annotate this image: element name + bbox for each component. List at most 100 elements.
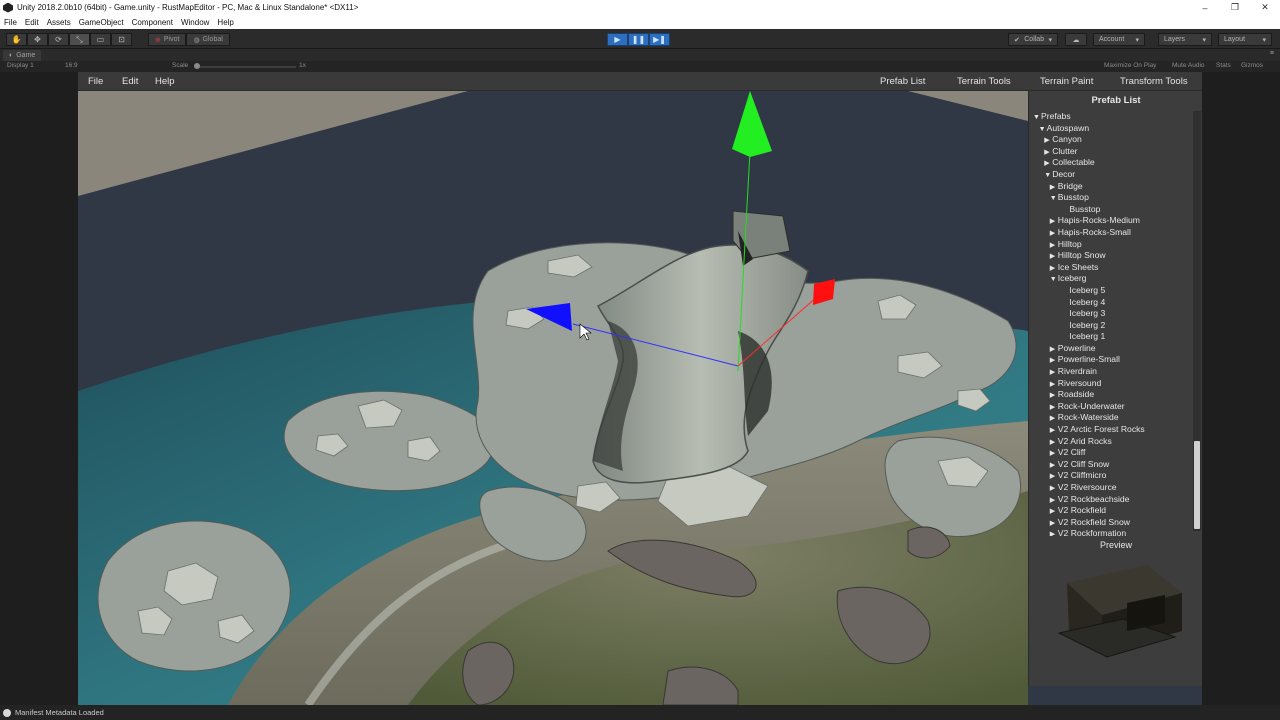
tree-item[interactable]: ▶ Roadside [1033, 389, 1193, 401]
tree-item[interactable]: ▶ Collectable [1033, 157, 1193, 169]
display-dropdown[interactable]: Display 1 [7, 62, 34, 69]
tree-item[interactable]: Iceberg 4 [1033, 297, 1193, 309]
menu-window[interactable]: Window [177, 18, 213, 27]
aspect-dropdown[interactable]: 16:9 [65, 62, 78, 69]
tree-item[interactable]: ▶ Ice Sheets [1033, 262, 1193, 274]
move-tool-icon[interactable]: ✥ [27, 33, 48, 46]
playback-controls: ▶ ❚❚ ▶❚ [607, 33, 670, 46]
tree-item[interactable]: ▶ Bridge [1033, 181, 1193, 193]
tree-item-label: Decor [1052, 168, 1076, 179]
tree-item[interactable]: ▶ Rock-Underwater [1033, 401, 1193, 413]
scale-slider-track[interactable] [196, 66, 296, 68]
step-button-icon[interactable]: ▶❚ [649, 33, 670, 46]
app-menu-file[interactable]: File [88, 76, 103, 87]
global-toggle[interactable]: ◍ Global [186, 33, 230, 46]
cloud-button[interactable]: ☁ [1065, 33, 1087, 46]
tree-item-label: Iceberg [1057, 273, 1087, 284]
collapsed-arrow-icon[interactable]: ▶ [1050, 228, 1058, 240]
play-button-icon[interactable]: ▶ [607, 33, 628, 46]
app-menu-edit[interactable]: Edit [122, 76, 138, 87]
menu-help[interactable]: Help [213, 18, 237, 27]
tree-item[interactable]: ▼Busstop [1033, 192, 1193, 204]
tree-item[interactable]: ▶ V2 Rockformation [1033, 528, 1193, 536]
prefab-tree-scrollbar[interactable] [1193, 111, 1201, 531]
menu-component[interactable]: Component [128, 18, 177, 27]
cloud-icon: ☁ [1072, 36, 1080, 44]
game-tab[interactable]: ◐ Game [3, 50, 42, 61]
terrain-paint-menu[interactable]: Terrain Paint [1040, 76, 1093, 87]
game-viewport[interactable]: File Edit Help Prefab List Terrain Tools… [78, 72, 1202, 705]
tree-item[interactable]: ▼Decor [1033, 169, 1193, 181]
tree-item[interactable]: ▼Prefabs [1033, 111, 1193, 123]
collab-dropdown[interactable]: ✔ Collab ▾ [1008, 33, 1058, 46]
gizmos-dropdown[interactable]: Gizmos [1241, 62, 1263, 69]
mute-audio-toggle[interactable]: Mute Audio [1172, 62, 1205, 69]
tree-item[interactable]: ▶ Canyon [1033, 134, 1193, 146]
tree-item[interactable]: ▼Iceberg [1033, 273, 1193, 285]
tree-item-label: V2 Rockformation [1057, 528, 1127, 536]
tree-item[interactable]: ▶ V2 Arctic Forest Rocks [1033, 424, 1193, 436]
scrollbar-thumb[interactable] [1194, 441, 1200, 529]
tree-item[interactable]: ▶ V2 Rockbeachside [1033, 494, 1193, 506]
tree-item[interactable]: ▶ V2 Cliffmicro [1033, 470, 1193, 482]
pivot-toggle[interactable]: ⊕ Pivot [148, 33, 187, 46]
tree-item[interactable]: ▶ Hilltop Snow [1033, 250, 1193, 262]
tree-item[interactable]: Iceberg 3 [1033, 308, 1193, 320]
tree-item[interactable]: ▶ Riverdrain [1033, 366, 1193, 378]
minimize-button[interactable]: – [1190, 3, 1220, 13]
menu-file[interactable]: File [0, 18, 21, 27]
menu-edit[interactable]: Edit [21, 18, 43, 27]
expanded-arrow-icon[interactable]: ▼ [1044, 170, 1052, 182]
tree-item[interactable]: Busstop [1033, 204, 1193, 216]
tree-item[interactable]: ▶ Hapis-Rocks-Medium [1033, 215, 1193, 227]
terrain-tools-menu[interactable]: Terrain Tools [957, 76, 1011, 87]
window-title: Unity 2018.2.0b10 (64bit) - Game.unity -… [17, 3, 359, 12]
hand-tool-icon[interactable]: ✋ [6, 33, 27, 46]
tree-item[interactable]: ▶ V2 Rockfield Snow [1033, 517, 1193, 529]
rect-tool-icon[interactable]: ▭ [90, 33, 111, 46]
collapsed-arrow-icon[interactable]: ▶ [1050, 367, 1058, 379]
layers-dropdown[interactable]: Layers ▾ [1158, 33, 1212, 46]
tree-item[interactable]: ▶ Hilltop [1033, 239, 1193, 251]
tree-item[interactable]: Iceberg 2 [1033, 320, 1193, 332]
layout-dropdown[interactable]: Layout ▾ [1218, 33, 1272, 46]
tree-item[interactable]: ▶ Clutter [1033, 146, 1193, 158]
transform-tools-menu[interactable]: Transform Tools [1120, 76, 1188, 87]
tree-item[interactable]: Iceberg 5 [1033, 285, 1193, 297]
transform-tool-icon[interactable]: ⊡ [111, 33, 132, 46]
menu-gameobject[interactable]: GameObject [75, 18, 128, 27]
tree-item[interactable]: ▶ Powerline [1033, 343, 1193, 355]
prefab-list-menu[interactable]: Prefab List [880, 76, 925, 87]
tree-item[interactable]: ▶ V2 Cliff [1033, 447, 1193, 459]
tree-item[interactable]: ▼Autospawn [1033, 123, 1193, 135]
restore-button[interactable]: ❐ [1220, 2, 1250, 13]
tree-item[interactable]: ▶ V2 Arid Rocks [1033, 436, 1193, 448]
collapsed-arrow-icon[interactable]: ▶ [1050, 529, 1058, 536]
rotate-tool-icon[interactable]: ⟳ [48, 33, 69, 46]
tree-item[interactable]: ▶ Hapis-Rocks-Small [1033, 227, 1193, 239]
close-button[interactable]: ✕ [1250, 2, 1280, 13]
scale-tool-icon[interactable]: ⤡ [69, 33, 90, 46]
terrain-scene[interactable] [78, 91, 1028, 705]
terrain-render[interactable] [78, 91, 1028, 705]
stats-toggle[interactable]: Stats [1216, 62, 1231, 69]
tree-item[interactable]: ▶ V2 Rockfield [1033, 505, 1193, 517]
tree-item[interactable]: ▶ Rock-Waterside [1033, 412, 1193, 424]
collapsed-arrow-icon[interactable]: ▶ [1050, 425, 1058, 437]
tab-menu-icon[interactable]: ≡ [1270, 50, 1274, 57]
expanded-arrow-icon[interactable]: ▼ [1033, 112, 1041, 124]
tree-item[interactable]: Iceberg 1 [1033, 331, 1193, 343]
tree-item[interactable]: ▶ V2 Cliff Snow [1033, 459, 1193, 471]
tree-item[interactable]: ▶ Powerline-Small [1033, 354, 1193, 366]
pause-button-icon[interactable]: ❚❚ [628, 33, 649, 46]
collapsed-arrow-icon[interactable]: ▶ [1050, 251, 1058, 263]
tree-item[interactable]: ▶ V2 Riversource [1033, 482, 1193, 494]
tree-item[interactable]: ▶ Riversound [1033, 378, 1193, 390]
scale-slider-handle[interactable] [194, 63, 200, 69]
collapsed-arrow-icon[interactable]: ▶ [1050, 483, 1058, 495]
maximize-on-play-toggle[interactable]: Maximize On Play [1104, 62, 1156, 69]
app-menu-help[interactable]: Help [155, 76, 175, 87]
tree-item-label: Powerline [1057, 342, 1096, 353]
account-dropdown[interactable]: Account ▾ [1093, 33, 1145, 46]
menu-assets[interactable]: Assets [43, 18, 75, 27]
